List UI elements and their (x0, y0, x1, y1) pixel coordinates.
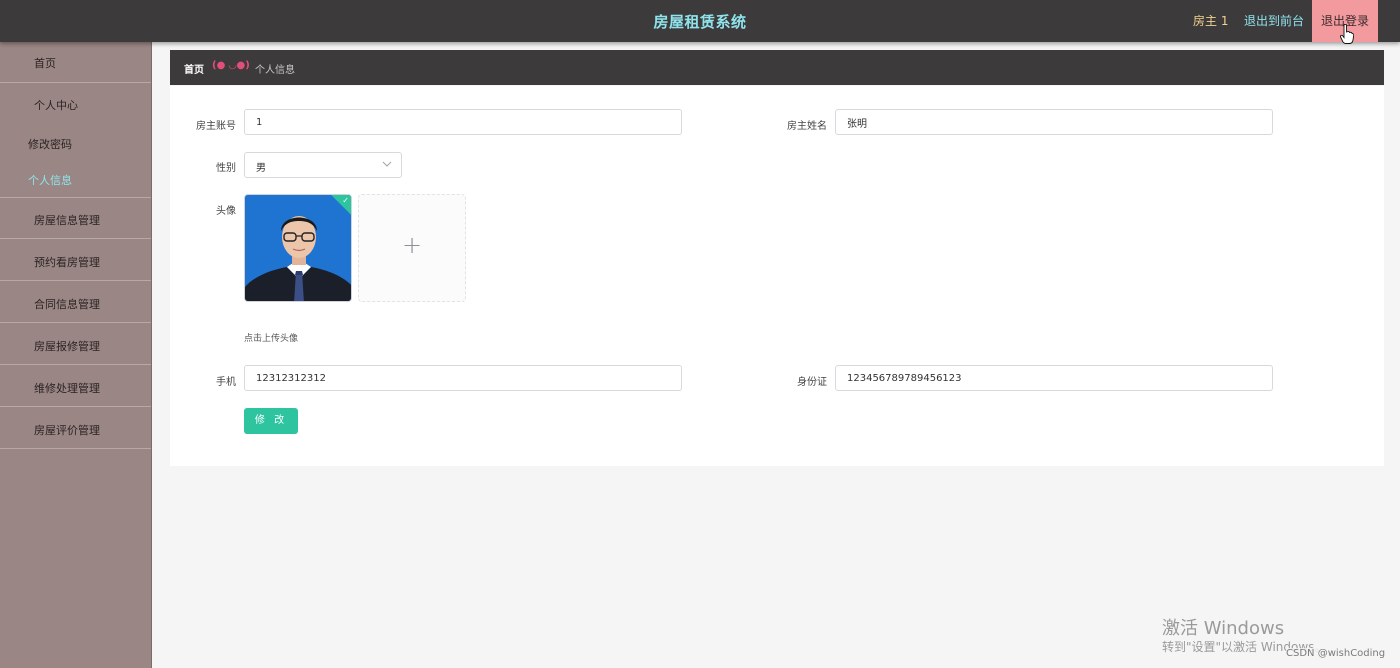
breadcrumb: 首页 (● ◡●) 个人信息 (170, 50, 1384, 85)
name-label: 房主姓名 (787, 121, 827, 132)
sidebar-item-label: 修改密码 (28, 138, 72, 151)
windows-activation-title: 激活 Windows (1162, 618, 1285, 639)
avatar-upload-hint: 点击上传头像 (244, 334, 299, 344)
sidebar-item-label: 房屋信息管理 (34, 214, 100, 227)
sidebar-item-label: 房屋评价管理 (34, 424, 100, 437)
personal-info-form: 房主账号 房主姓名 性别 男 头像 ✓ + 点击上传头像 手机 (170, 86, 1384, 466)
sidebar-item-contract[interactable]: 合同信息管理 (0, 281, 151, 323)
sidebar-item-label: 首页 (34, 57, 56, 70)
name-input[interactable] (835, 109, 1273, 135)
gender-label: 性别 (216, 163, 236, 174)
chevron-down-icon (382, 161, 392, 167)
app-title: 房屋租赁系统 (653, 13, 747, 31)
sidebar: 首页 个人中心 修改密码 个人信息 房屋信息管理 预约看房管理 合同信息管理 房… (0, 42, 152, 668)
sidebar-subitem-change-password[interactable]: 修改密码 (0, 119, 151, 159)
current-user-label: 房主 1 (1193, 14, 1229, 28)
sidebar-item-repair-request[interactable]: 房屋报修管理 (0, 323, 151, 365)
sidebar-item-home[interactable]: 首页 (0, 42, 151, 83)
sidebar-item-label: 个人信息 (28, 174, 72, 187)
check-icon: ✓ (342, 196, 349, 205)
csdn-watermark: CSDN @wishCoding (1286, 648, 1386, 659)
back-to-front-link[interactable]: 退出到前台 (1244, 12, 1304, 29)
account-label: 房主账号 (196, 121, 236, 132)
plus-icon: + (401, 231, 423, 259)
sidebar-item-label: 预约看房管理 (34, 256, 100, 269)
sidebar-item-label: 合同信息管理 (34, 298, 100, 311)
breadcrumb-current: 个人信息 (255, 65, 295, 76)
account-input[interactable] (244, 109, 682, 135)
id-card-input[interactable] (835, 365, 1273, 391)
top-bar: 房屋租赁系统 房主 1 退出到前台 退出登录 (0, 0, 1400, 42)
sidebar-item-label: 房屋报修管理 (34, 340, 100, 353)
hand-cursor-icon (1340, 24, 1354, 44)
update-button[interactable]: 修 改 (244, 408, 298, 434)
sidebar-item-personal-center[interactable]: 个人中心 (0, 83, 151, 119)
sidebar-item-house-info[interactable]: 房屋信息管理 (0, 198, 151, 239)
phone-label: 手机 (216, 377, 236, 388)
gender-select[interactable]: 男 (244, 152, 402, 178)
breadcrumb-separator: (● ◡●) (212, 60, 250, 71)
sidebar-item-house-review[interactable]: 房屋评价管理 (0, 407, 151, 449)
id-card-label: 身份证 (797, 377, 827, 388)
sidebar-subitem-personal-info[interactable]: 个人信息 (0, 159, 151, 198)
phone-input[interactable] (244, 365, 682, 391)
avatar-upload-button[interactable]: + (358, 194, 466, 302)
sidebar-item-viewing-appointment[interactable]: 预约看房管理 (0, 239, 151, 281)
sidebar-item-label: 维修处理管理 (34, 382, 100, 395)
gender-selected-value: 男 (256, 163, 266, 174)
breadcrumb-home-link[interactable]: 首页 (184, 61, 204, 76)
sidebar-item-repair-handling[interactable]: 维修处理管理 (0, 365, 151, 407)
sidebar-item-label: 个人中心 (34, 99, 78, 112)
avatar-portrait (245, 195, 351, 301)
avatar-label: 头像 (216, 206, 236, 217)
avatar-image[interactable]: ✓ (244, 194, 352, 302)
